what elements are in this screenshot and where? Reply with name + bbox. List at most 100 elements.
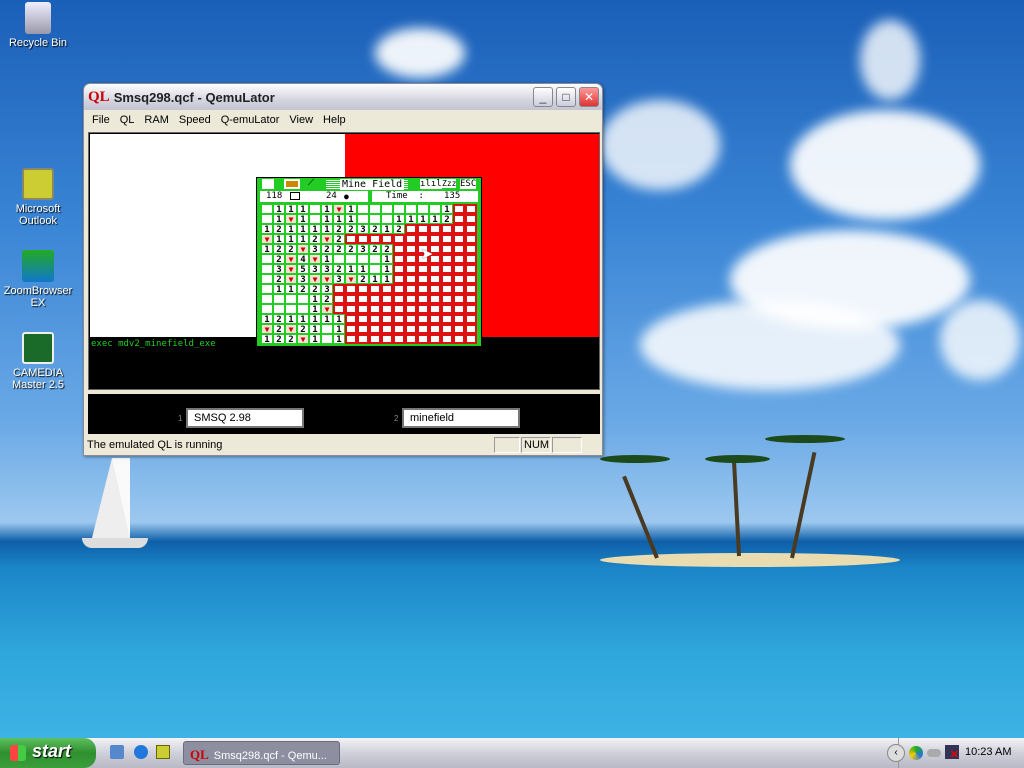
mine-cell-empty[interactable] (321, 324, 333, 334)
mine-cell-hidden[interactable] (465, 334, 477, 344)
mine-cell-flag[interactable]: ▼ (285, 324, 297, 334)
mine-cell-hidden[interactable] (345, 304, 357, 314)
mine-cell-hidden[interactable] (429, 294, 441, 304)
mine-cell-hidden[interactable] (345, 324, 357, 334)
mine-cell-hidden[interactable] (393, 244, 405, 254)
job-field-2[interactable]: minefield (402, 408, 520, 428)
mine-cell-empty[interactable] (357, 214, 369, 224)
mine-cell-hidden[interactable] (393, 334, 405, 344)
mine-cell-hidden[interactable] (405, 244, 417, 254)
mine-cell-hidden[interactable] (465, 214, 477, 224)
mine-cell-hidden[interactable] (405, 284, 417, 294)
mine-cell-number[interactable]: 1 (333, 314, 345, 325)
mine-cell-number[interactable]: 2 (273, 244, 285, 255)
mine-cell-hidden[interactable] (441, 224, 453, 234)
mine-cell-hidden[interactable] (369, 334, 381, 344)
mine-cell-number[interactable]: 1 (333, 334, 345, 345)
mine-cell-hidden[interactable] (405, 274, 417, 284)
mine-cell-flag[interactable]: ▼ (285, 274, 297, 284)
mine-cell-hidden[interactable] (417, 334, 429, 344)
mine-cell-number[interactable]: 1 (405, 214, 417, 225)
mine-cell-number[interactable]: 3 (321, 284, 333, 295)
mine-cell-number[interactable]: 1 (273, 204, 285, 215)
mine-cell-number[interactable]: 1 (297, 234, 309, 245)
mine-cell-empty[interactable] (369, 214, 381, 224)
mine-cell-flag[interactable]: ▼ (261, 234, 273, 244)
mine-cell-number[interactable]: 4 (297, 254, 309, 265)
mine-cell-number[interactable]: 2 (333, 264, 345, 275)
mine-cell-hidden[interactable] (405, 224, 417, 234)
mine-cell-hidden[interactable] (417, 304, 429, 314)
mine-cell-number[interactable]: 3 (297, 274, 309, 285)
mine-cell-number[interactable]: 3 (357, 224, 369, 235)
mine-cell-hidden[interactable] (429, 324, 441, 334)
mine-cell-number[interactable]: 1 (261, 244, 273, 255)
mine-cell-empty[interactable] (309, 214, 321, 224)
mine-cell-number[interactable]: 3 (309, 244, 321, 255)
mine-cell-hidden[interactable] (465, 204, 477, 214)
mine-cell-number[interactable]: 1 (333, 214, 345, 225)
mine-cell-number[interactable]: 1 (285, 234, 297, 245)
desktop-icon-camedia[interactable]: CAMEDIA Master 2.5 (0, 332, 78, 391)
mine-cell-flag[interactable]: ▼ (321, 304, 333, 314)
mine-cell-number[interactable]: 1 (297, 214, 309, 225)
menu-q-emulator[interactable]: Q-emuLator (216, 114, 285, 126)
mine-cell-hidden[interactable] (453, 264, 465, 274)
mine-cell-hidden[interactable] (453, 234, 465, 244)
mine-cell-hidden[interactable] (453, 274, 465, 284)
mine-cell-number[interactable]: 1 (333, 324, 345, 335)
mine-cell-number[interactable]: 1 (309, 304, 321, 315)
mine-cell-empty[interactable] (369, 254, 381, 264)
mine-cell-hidden[interactable] (357, 334, 369, 344)
mine-cell-hidden[interactable] (393, 284, 405, 294)
mine-cell-number[interactable]: 1 (309, 224, 321, 235)
mine-cell-hidden[interactable] (345, 334, 357, 344)
mine-cell-hidden[interactable] (453, 304, 465, 314)
menu-ql[interactable]: QL (115, 114, 140, 126)
mine-cell-hidden[interactable] (453, 284, 465, 294)
mine-cell-hidden[interactable] (465, 264, 477, 274)
mine-cell-flag[interactable]: ▼ (321, 274, 333, 284)
mine-cell-number[interactable]: 2 (369, 224, 381, 235)
mine-cell-hidden[interactable] (417, 324, 429, 334)
mine-cell-number[interactable]: 1 (261, 224, 273, 235)
mine-cell-hidden[interactable] (453, 314, 465, 324)
mine-cell-empty[interactable] (297, 294, 309, 304)
start-button[interactable]: start (0, 738, 96, 768)
mine-cell-number[interactable]: 2 (273, 224, 285, 235)
mine-cell-empty[interactable] (273, 294, 285, 304)
mine-cell-hidden[interactable] (429, 314, 441, 324)
esc-button[interactable]: ESC (460, 179, 477, 189)
mine-cell-number[interactable]: 1 (309, 314, 321, 325)
mine-cell-hidden[interactable] (441, 304, 453, 314)
tray-app-icon[interactable] (909, 746, 923, 760)
mine-cell-empty[interactable] (357, 254, 369, 264)
menu-view[interactable]: View (284, 114, 318, 126)
mine-cell-hidden[interactable] (429, 284, 441, 294)
close-button[interactable]: ✕ (579, 87, 599, 107)
mine-cell-number[interactable]: 3 (273, 264, 285, 275)
mine-cell-hidden[interactable] (357, 284, 369, 294)
mine-cell-flag[interactable]: ▼ (333, 204, 345, 214)
mine-cell-hidden[interactable] (465, 284, 477, 294)
mine-cell-hidden[interactable] (357, 304, 369, 314)
mine-cell-flag[interactable]: ▼ (345, 274, 357, 284)
mine-cell-hidden[interactable] (441, 234, 453, 244)
mine-cell-hidden[interactable] (393, 234, 405, 244)
mine-cell-number[interactable]: 5 (297, 264, 309, 275)
mine-cell-number[interactable]: 1 (273, 214, 285, 225)
mine-cell-number[interactable]: 2 (333, 244, 345, 255)
mine-cell-number[interactable]: 1 (393, 214, 405, 225)
mine-cell-hidden[interactable] (381, 324, 393, 334)
mine-cell-number[interactable]: 2 (345, 244, 357, 255)
mine-cell-number[interactable]: 2 (357, 274, 369, 285)
menu-ram[interactable]: RAM (139, 114, 173, 126)
mine-cell-hidden[interactable] (393, 314, 405, 324)
mine-cell-empty[interactable] (417, 204, 429, 214)
mine-cell-number[interactable]: 1 (321, 314, 333, 325)
mine-cell-hidden[interactable] (333, 304, 345, 314)
mine-cell-empty[interactable] (297, 304, 309, 314)
mine-cell-number[interactable]: 1 (297, 314, 309, 325)
mine-cell-empty[interactable] (261, 214, 273, 224)
resize-icon[interactable] (284, 179, 300, 189)
